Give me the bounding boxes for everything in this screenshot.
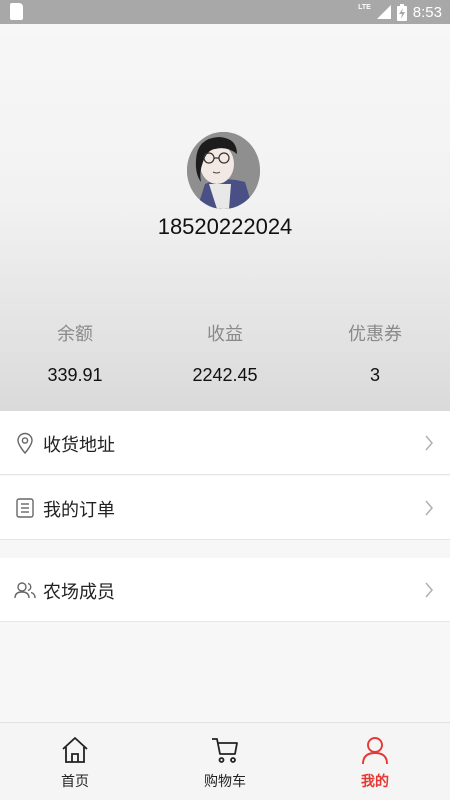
chevron-right-icon — [425, 435, 433, 451]
chevron-right-icon — [425, 582, 433, 598]
stat-balance[interactable]: 余额 339.91 — [0, 320, 150, 386]
avatar[interactable] — [187, 132, 260, 209]
chevron-right-icon — [425, 500, 433, 516]
sd-card-icon — [10, 3, 23, 20]
menu-label: 农场成员 — [43, 582, 115, 603]
location-pin-icon — [17, 432, 33, 454]
stat-label: 收益 — [207, 324, 243, 345]
cart-icon — [212, 738, 238, 763]
tab-label: 购物车 — [204, 774, 246, 790]
signal-icon — [376, 5, 391, 19]
stat-value: 2242.45 — [192, 365, 258, 385]
status-bar: LTE 8:53 — [0, 0, 450, 24]
stat-value: 339.91 — [47, 365, 103, 385]
order-list-icon — [16, 498, 34, 518]
home-icon — [62, 737, 88, 763]
stat-coupons[interactable]: 优惠券 3 — [300, 320, 450, 386]
stat-earnings[interactable]: 收益 2242.45 — [150, 320, 300, 386]
tab-label: 我的 — [361, 774, 389, 790]
menu-item-orders[interactable]: 我的订单 — [0, 476, 450, 540]
stat-label: 优惠券 — [348, 324, 402, 345]
clock: 8:53 — [412, 3, 442, 21]
tab-mine[interactable]: 我的 — [300, 723, 450, 800]
profile-header: 18520222024 余额 339.91 收益 2242.45 优惠券 3 — [0, 24, 450, 411]
tab-label: 首页 — [61, 774, 89, 790]
user-icon — [362, 737, 388, 765]
stat-value: 3 — [369, 365, 380, 385]
avatar-illustration — [187, 132, 260, 209]
menu-label: 收货地址 — [43, 435, 115, 456]
menu-item-members[interactable]: 农场成员 — [0, 558, 450, 622]
battery-charging-icon — [396, 3, 407, 21]
stat-label: 余额 — [57, 324, 93, 345]
users-icon — [14, 582, 36, 599]
menu-item-address[interactable]: 收货地址 — [0, 411, 450, 475]
user-phone: 18520222024 — [157, 214, 293, 239]
tab-home[interactable]: 首页 — [0, 723, 150, 800]
bottom-tab-bar: 首页 购物车 我的 — [0, 722, 450, 800]
tab-cart[interactable]: 购物车 — [150, 723, 300, 800]
network-type: LTE — [358, 3, 371, 11]
menu-label: 我的订单 — [43, 500, 115, 521]
